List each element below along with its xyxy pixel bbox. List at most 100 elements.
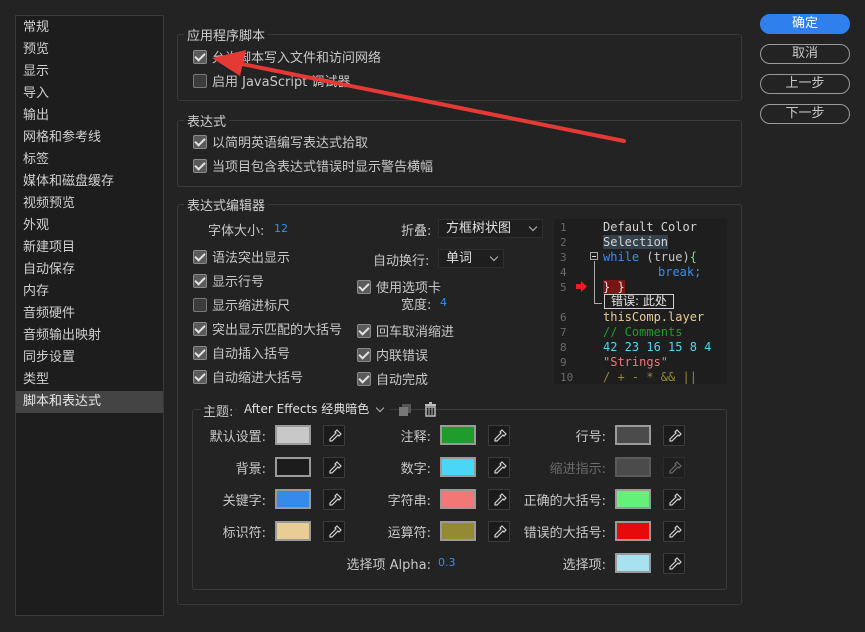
sidebar-item-general[interactable]: 常规 (16, 17, 163, 39)
sidebar-item-previews[interactable]: 预览 (16, 39, 163, 61)
enable-debugger-checkbox[interactable] (193, 73, 207, 88)
match-brackets-label: 突出显示匹配的大括号 (212, 323, 343, 338)
auto-complete-row[interactable]: 自动完成 (357, 369, 428, 388)
eyedropper-icon[interactable] (663, 489, 685, 510)
comment-color-swatch[interactable] (440, 425, 476, 445)
auto-indent-brackets-row[interactable]: 自动缩进大括号 (193, 367, 303, 386)
eyedropper-icon[interactable] (663, 425, 685, 446)
trash-icon[interactable] (424, 402, 437, 417)
syntax-highlight-checkbox[interactable] (193, 249, 207, 264)
auto-insert-brackets-label: 自动插入括号 (212, 347, 291, 362)
line-numbers-checkbox[interactable] (193, 273, 207, 288)
code-line-selection: Selection (603, 235, 669, 249)
line-number: 5 (560, 281, 567, 294)
sidebar-item-video-preview[interactable]: 视频预览 (16, 193, 163, 215)
indent-guides-row[interactable]: 显示缩进标尺 (193, 295, 290, 314)
cancel-button[interactable]: 取消 (760, 44, 850, 64)
sidebar-item-import[interactable]: 导入 (16, 83, 163, 105)
indent-guides-label: 显示缩进标尺 (212, 299, 291, 314)
sidebar-item-output[interactable]: 输出 (16, 105, 163, 127)
allow-scripts-write-checkbox[interactable] (193, 49, 207, 64)
error-banner-label: 当项目包含表达式错误时显示警告横幅 (212, 160, 434, 175)
inline-errors-checkbox[interactable] (357, 347, 371, 362)
line-numbers-row[interactable]: 显示行号 (193, 271, 264, 290)
eyedropper-icon[interactable] (663, 553, 685, 574)
match-brackets-row[interactable]: 突出显示匹配的大括号 (193, 319, 342, 338)
return-unindent-checkbox[interactable] (357, 323, 371, 338)
eyedropper-icon[interactable] (663, 521, 685, 542)
auto-insert-brackets-checkbox[interactable] (193, 345, 207, 360)
fold-minus-glyph (592, 256, 596, 257)
error-arrow-icon (576, 281, 587, 292)
indent-guide-color-label: 缩进指示: (549, 462, 606, 477)
sidebar-item-media-cache[interactable]: 媒体和磁盘缓存 (16, 171, 163, 193)
copy-icon[interactable] (398, 403, 412, 417)
selection-color-swatch[interactable] (615, 553, 651, 573)
sidebar-item-grids-guides[interactable]: 网格和参考线 (16, 127, 163, 149)
string-color-swatch[interactable] (440, 489, 476, 509)
line-number: 8 (560, 341, 567, 354)
auto-indent-brackets-label: 自动缩进大括号 (212, 371, 304, 386)
auto-complete-label: 自动完成 (376, 373, 429, 388)
use-tabs-checkbox[interactable] (357, 279, 371, 294)
correct-bracket-color-swatch[interactable] (615, 489, 651, 509)
english-pickwhip-checkbox[interactable] (193, 134, 207, 149)
eyedropper-icon[interactable] (488, 521, 510, 542)
error-banner-row[interactable]: 当项目包含表达式错误时显示警告横幅 (193, 156, 433, 175)
number-color-swatch[interactable] (440, 457, 476, 477)
indent-guides-checkbox[interactable] (193, 297, 207, 312)
english-pickwhip-row[interactable]: 以简明英语编写表达式拾取 (193, 132, 368, 151)
english-pickwhip-label: 以简明英语编写表达式拾取 (212, 136, 369, 151)
auto-complete-checkbox[interactable] (357, 371, 371, 386)
identifier-color-swatch[interactable] (275, 521, 311, 541)
wrap-dropdown[interactable]: 单词 (438, 249, 504, 268)
auto-indent-brackets-checkbox[interactable] (193, 369, 207, 384)
eyedropper-icon[interactable] (488, 489, 510, 510)
operator-color-swatch[interactable] (440, 521, 476, 541)
code-number: 42 23 16 15 8 4 (603, 340, 712, 354)
background-color-swatch[interactable] (275, 457, 311, 477)
tab-width-value[interactable]: 4 (440, 296, 447, 309)
operator-color-label: 运算符: (387, 526, 431, 541)
line-number-color-swatch[interactable] (615, 425, 651, 445)
sidebar-item-new-project[interactable]: 新建项目 (16, 237, 163, 259)
eyedropper-icon[interactable] (488, 425, 510, 446)
sidebar-item-labels[interactable]: 标签 (16, 149, 163, 171)
sidebar-item-memory[interactable]: 内存 (16, 281, 163, 303)
selection-alpha-value[interactable]: 0.3 (438, 556, 456, 569)
return-unindent-label: 回车取消缩进 (376, 325, 455, 340)
line-numbers-label: 显示行号 (212, 275, 265, 290)
previous-button[interactable]: 上一步 (760, 74, 850, 94)
sidebar-item-auto-save[interactable]: 自动保存 (16, 259, 163, 281)
syntax-highlight-row[interactable]: 语法突出显示 (193, 247, 290, 266)
ok-button[interactable]: 确定 (760, 14, 850, 34)
sidebar-item-scripting-expressions[interactable]: 脚本和表达式 (16, 391, 163, 413)
eyedropper-icon[interactable] (323, 521, 345, 542)
auto-insert-brackets-row[interactable]: 自动插入括号 (193, 343, 290, 362)
sidebar-item-audio-output-mapping[interactable]: 音频输出映射 (16, 325, 163, 347)
eyedropper-icon[interactable] (323, 489, 345, 510)
theme-dropdown[interactable]: After Effects 经典暗色 (237, 400, 390, 419)
allow-scripts-write-row[interactable]: 允许脚本写入文件和访问网络 (193, 47, 381, 66)
fold-dropdown[interactable]: 方框树状图 (438, 219, 543, 238)
sidebar-item-appearance[interactable]: 外观 (16, 215, 163, 237)
inline-errors-row[interactable]: 内联错误 (357, 345, 428, 364)
next-button[interactable]: 下一步 (760, 104, 850, 124)
default-color-swatch[interactable] (275, 425, 311, 445)
eyedropper-icon[interactable] (488, 457, 510, 478)
sidebar-item-type[interactable]: 类型 (16, 369, 163, 391)
wrong-bracket-color-swatch[interactable] (615, 521, 651, 541)
eyedropper-icon[interactable] (323, 425, 345, 446)
font-size-value[interactable]: 12 (274, 222, 288, 235)
error-banner-checkbox[interactable] (193, 158, 207, 173)
enable-debugger-row[interactable]: 启用 JavaScript 调试器 (193, 71, 350, 90)
fold-guide-line (594, 261, 595, 303)
sidebar-item-sync-settings[interactable]: 同步设置 (16, 347, 163, 369)
sidebar-item-audio-hardware[interactable]: 音频硬件 (16, 303, 163, 325)
keyword-color-swatch[interactable] (275, 489, 311, 509)
eyedropper-icon[interactable] (323, 457, 345, 478)
sidebar-item-display[interactable]: 显示 (16, 61, 163, 83)
string-color-label: 字符串: (387, 494, 431, 509)
return-unindent-row[interactable]: 回车取消缩进 (357, 321, 454, 340)
match-brackets-checkbox[interactable] (193, 321, 207, 336)
